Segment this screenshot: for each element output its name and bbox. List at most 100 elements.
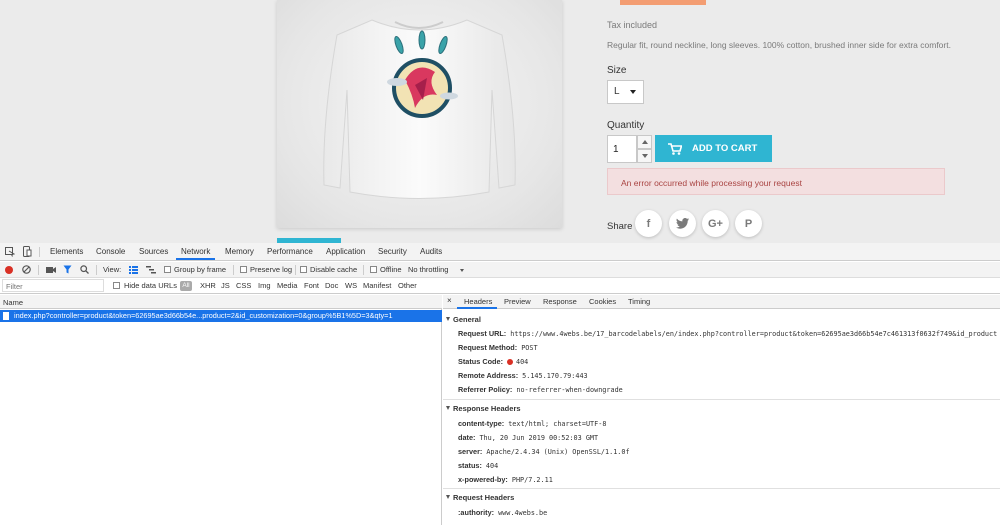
x-powered-by-row: x-powered-by: PHP/7.2.11 — [458, 475, 553, 484]
request-row[interactable]: index.php?controller=product&token=62695… — [0, 310, 442, 322]
request-headers-section-header[interactable]: Request Headers — [446, 493, 514, 502]
tab-timing[interactable]: Timing — [628, 297, 650, 306]
tshirt-illustration — [323, 19, 516, 199]
filter-media[interactable]: Media — [277, 281, 297, 290]
section-divider — [443, 488, 1000, 489]
request-url-value: https://www.4webs.be/17_barcodelabels/en… — [510, 330, 998, 338]
authority-key: :authority: — [458, 508, 495, 517]
filter-ws[interactable]: WS — [345, 281, 357, 290]
expand-triangle-icon — [446, 317, 450, 321]
tab-cookies[interactable]: Cookies — [589, 297, 616, 306]
clear-icon[interactable] — [22, 265, 31, 274]
tab-preview[interactable]: Preview — [504, 297, 531, 306]
product-image[interactable] — [277, 0, 562, 228]
tab-elements[interactable]: Elements — [50, 247, 83, 256]
tab-memory[interactable]: Memory — [225, 247, 254, 256]
authority-value: www.4webs.be — [498, 509, 548, 517]
record-icon[interactable] — [5, 266, 13, 274]
size-select[interactable]: L — [607, 80, 644, 104]
expand-triangle-icon — [446, 495, 450, 499]
tab-security[interactable]: Security — [378, 247, 407, 256]
response-headers-section-header[interactable]: Response Headers — [446, 404, 521, 413]
caret-down-icon — [630, 90, 636, 94]
large-rows-icon[interactable] — [129, 266, 138, 274]
toolbar-separator — [38, 265, 39, 275]
error-alert: An error occurred while processing your … — [607, 168, 945, 195]
x-powered-by-key: x-powered-by: — [458, 475, 508, 484]
filter-js[interactable]: JS — [221, 281, 230, 290]
tab-response[interactable]: Response — [543, 297, 577, 306]
request-url-row: Request URL: https://www.4webs.be/17_barc… — [458, 329, 997, 338]
tab-performance[interactable]: Performance — [267, 247, 313, 256]
group-by-frame-checkbox[interactable] — [164, 266, 171, 273]
tax-label: Tax included — [607, 20, 658, 30]
filter-manifest[interactable]: Manifest — [363, 281, 391, 290]
quantity-decrement-button[interactable] — [637, 149, 652, 163]
authority-row: :authority: www.4webs.be — [458, 508, 547, 517]
quantity-increment-button[interactable] — [637, 135, 652, 149]
disable-cache-checkbox[interactable] — [300, 266, 307, 273]
network-toolbar: View: Group by frame Preserve log Disabl… — [0, 262, 1000, 278]
server-key: server: — [458, 447, 483, 456]
remote-address-row: Remote Address: 5.145.170.79:443 — [458, 371, 588, 380]
filter-icon[interactable] — [63, 265, 72, 274]
tab-sources[interactable]: Sources — [139, 247, 168, 256]
google-plus-icon: G+ — [708, 217, 723, 230]
filter-font[interactable]: Font — [304, 281, 319, 290]
filter-doc[interactable]: Doc — [325, 281, 338, 290]
chevron-down-icon — [642, 154, 648, 158]
product-description: Regular fit, round neckline, long sleeve… — [607, 40, 951, 50]
date-key: date: — [458, 433, 476, 442]
hide-data-urls-checkbox[interactable] — [113, 282, 120, 289]
search-icon[interactable] — [80, 265, 89, 274]
status-code-value: 404 — [516, 358, 529, 366]
filter-input[interactable] — [2, 279, 104, 292]
request-headers-title: Request Headers — [453, 493, 515, 502]
remote-address-key: Remote Address: — [458, 371, 519, 380]
facebook-share-button[interactable]: f — [635, 210, 662, 237]
quantity-input[interactable]: 1 — [607, 135, 637, 163]
active-tab-indicator — [176, 258, 215, 260]
screenshot-camera-icon[interactable] — [46, 266, 56, 274]
waterfall-icon[interactable] — [146, 266, 156, 274]
offline-checkbox[interactable] — [370, 266, 377, 273]
status-key: status: — [458, 461, 482, 470]
general-section-header[interactable]: General — [446, 315, 481, 324]
status-code-row: Status Code: 404 — [458, 357, 528, 366]
filter-xhr[interactable]: XHR — [200, 281, 216, 290]
toolbar-separator — [233, 265, 234, 275]
tab-audits[interactable]: Audits — [420, 247, 442, 256]
caret-down-icon[interactable] — [460, 269, 464, 272]
tab-network[interactable]: Network — [181, 247, 210, 256]
close-icon[interactable]: × — [447, 296, 452, 305]
filter-css[interactable]: CSS — [236, 281, 251, 290]
filter-img[interactable]: Img — [258, 281, 271, 290]
filter-all-button[interactable]: All — [180, 281, 192, 291]
name-column-header[interactable]: Name — [0, 295, 442, 309]
tab-console[interactable]: Console — [96, 247, 125, 256]
add-to-cart-button[interactable]: ADD TO CART — [655, 135, 772, 162]
expand-triangle-icon — [446, 406, 450, 410]
inspect-element-icon[interactable] — [5, 247, 15, 257]
twitter-share-button[interactable] — [669, 210, 696, 237]
active-detail-tab-indicator — [457, 307, 497, 309]
remote-address-value: 5.145.170.79:443 — [522, 372, 588, 380]
document-icon — [3, 312, 9, 320]
throttling-select[interactable]: No throttling — [408, 265, 448, 274]
google-plus-share-button[interactable]: G+ — [702, 210, 729, 237]
status-row: status: 404 — [458, 461, 498, 470]
request-list: Name index.php?controller=product&token=… — [0, 295, 442, 525]
server-value: Apache/2.4.34 (Unix) OpenSSL/1.1.0f — [486, 448, 630, 456]
preserve-log-checkbox[interactable] — [240, 266, 247, 273]
add-to-cart-label: ADD TO CART — [692, 143, 758, 154]
tab-application[interactable]: Application — [326, 247, 365, 256]
device-toolbar-icon[interactable] — [22, 246, 32, 257]
request-details: × Headers Preview Response Cookies Timin… — [443, 295, 1000, 525]
content-type-value: text/html; charset=UTF-8 — [508, 420, 607, 428]
tab-headers[interactable]: Headers — [464, 297, 492, 306]
status-value: 404 — [485, 462, 499, 470]
status-error-icon — [507, 358, 513, 365]
pinterest-icon: P — [744, 217, 753, 230]
pinterest-share-button[interactable]: P — [735, 210, 762, 237]
filter-other[interactable]: Other — [398, 281, 417, 290]
